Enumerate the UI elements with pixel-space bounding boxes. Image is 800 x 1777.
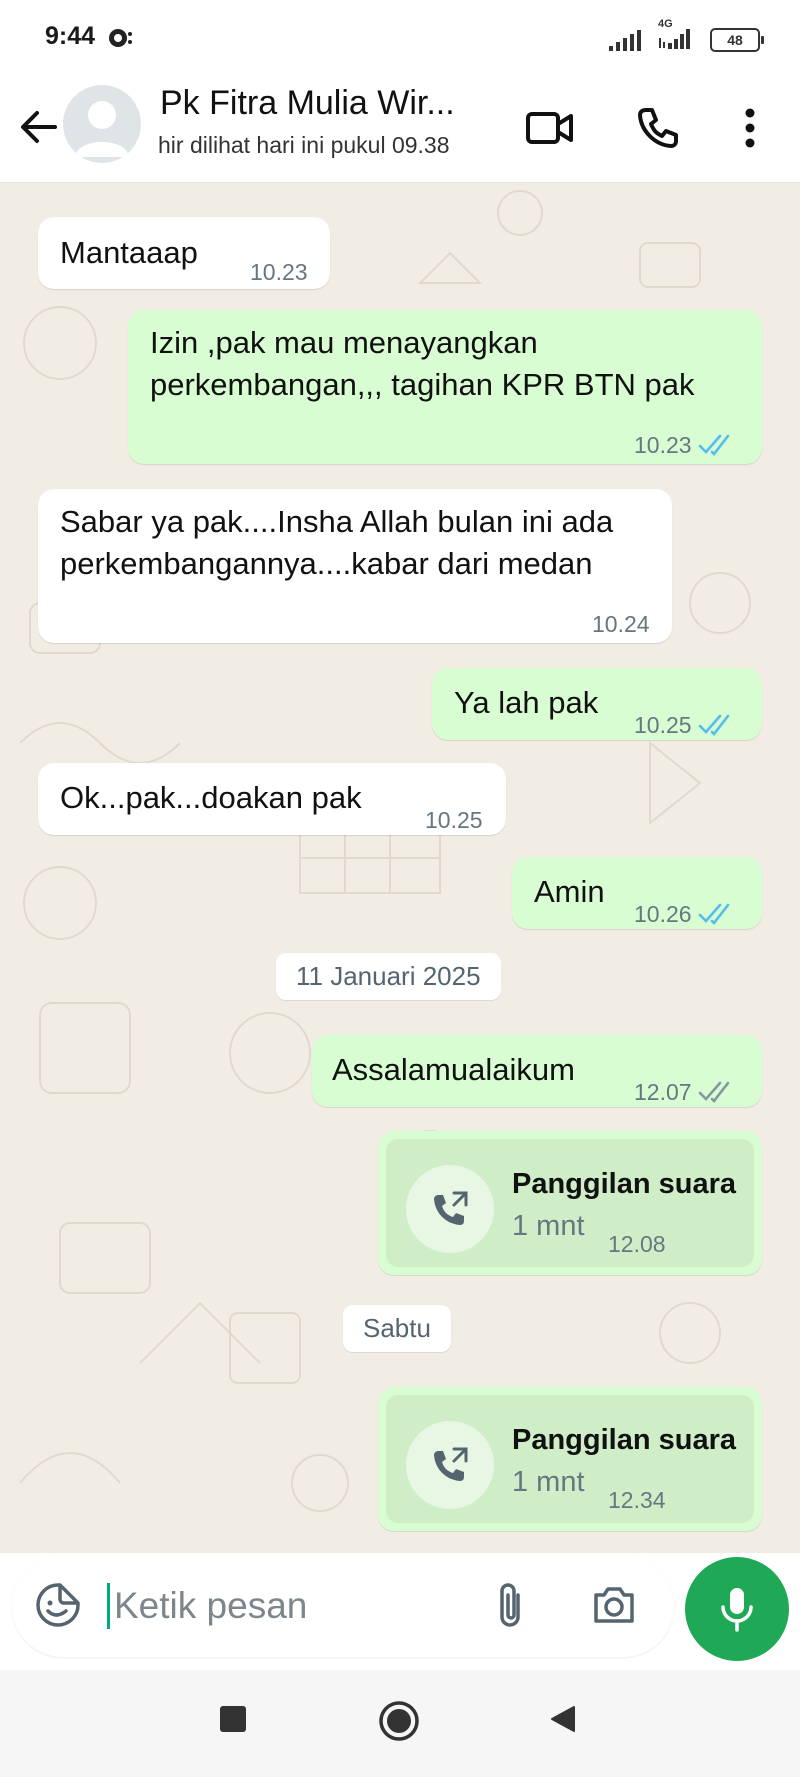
attach-icon[interactable] (490, 1581, 530, 1631)
message-text: Mantaaap (60, 235, 198, 270)
message-text: Assalamualaikum (332, 1052, 575, 1087)
call-title: Panggilan suara (512, 1424, 737, 1456)
back-button[interactable] (14, 102, 64, 152)
call-time: 12.34 (608, 1487, 666, 1513)
outgoing-call-icon (434, 1191, 468, 1225)
call-icon-circle (406, 1421, 494, 1509)
message-text: Ok...pak...doakan pak (60, 780, 362, 815)
call-card[interactable]: Panggilan suara 1 mnt 12.08 (386, 1139, 754, 1267)
voice-call-bubble[interactable]: Panggilan suara 1 mnt 12.34 (378, 1387, 762, 1531)
message-time-status: 12.07 (634, 1071, 734, 1113)
date-divider: 11 Januari 2025 (276, 953, 501, 1000)
chat-header: Pk Fitra Mulia Wir... hir dilihat hari i… (0, 76, 800, 183)
signal-icon (609, 29, 641, 51)
date-divider: Sabtu (343, 1305, 451, 1352)
message-time: 12.07 (634, 1079, 692, 1105)
call-duration: 1 mnt (512, 1210, 585, 1242)
read-ticks-icon (698, 434, 729, 456)
voice-message-button[interactable] (685, 1557, 789, 1661)
text-caret (107, 1583, 110, 1629)
stop-icon[interactable] (218, 1704, 248, 1734)
status-bar: 9:44 4G 48 (0, 0, 800, 76)
sticker-icon[interactable] (34, 1581, 82, 1629)
message-time: 10.26 (634, 901, 692, 927)
message-input[interactable] (112, 1577, 486, 1635)
message-time-status: 10.26 (634, 893, 734, 935)
system-navbar (0, 1670, 800, 1777)
message-bubble-outgoing[interactable]: Ya lah pak 10.25 (432, 668, 762, 740)
voice-call-button[interactable] (628, 98, 688, 158)
network-label: 4G (658, 18, 673, 30)
battery-level: 48 (727, 31, 743, 48)
message-text: Izin ,pak mau menayangkan perkembangan,,… (150, 325, 695, 402)
call-duration: 1 mnt (512, 1466, 585, 1498)
message-time-status: 10.25 (634, 704, 734, 746)
voice-call-bubble[interactable]: Panggilan suara 1 mnt 12.08 (378, 1131, 762, 1275)
contact-name[interactable]: Pk Fitra Mulia Wir... (160, 84, 455, 123)
status-time: 9:44 (45, 22, 96, 50)
delivered-ticks-icon (698, 1081, 729, 1103)
home-icon[interactable] (378, 1700, 420, 1742)
contact-last-seen[interactable]: hir dilihat hari ini pukul 09.38 (158, 132, 450, 159)
message-composer (0, 1553, 800, 1670)
message-time: 10.23 (634, 432, 692, 458)
mic-icon (721, 1588, 753, 1632)
message-text: Ya lah pak (454, 685, 599, 720)
message-bubble-incoming[interactable]: Mantaaap 10.23 (38, 217, 330, 289)
read-ticks-icon (698, 714, 729, 736)
video-call-icon (526, 112, 573, 144)
message-bubble-outgoing[interactable]: Amin 10.26 (512, 857, 762, 929)
message-time-status: 10.23 (634, 424, 734, 466)
input-pill (12, 1555, 674, 1657)
call-title: Panggilan suara (512, 1168, 737, 1200)
video-call-button[interactable] (520, 98, 580, 158)
message-time: 10.25 (634, 712, 692, 738)
call-icon-circle (406, 1165, 494, 1253)
call-card[interactable]: Panggilan suara 1 mnt 12.34 (386, 1395, 754, 1523)
more-menu-icon (745, 108, 755, 148)
avatar[interactable] (63, 85, 141, 163)
message-time: 10.23 (250, 259, 308, 285)
message-bubble-incoming[interactable]: Ok...pak...doakan pak 10.25 (38, 763, 506, 835)
outgoing-call-icon (434, 1447, 468, 1481)
camera-icon[interactable] (590, 1581, 638, 1629)
message-bubble-incoming[interactable]: Sabar ya pak....Insha Allah bulan ini ad… (38, 489, 672, 643)
message-text: Amin (534, 874, 605, 909)
battery-indicator: 48 (710, 27, 764, 52)
call-time: 12.08 (608, 1231, 666, 1257)
message-text: Sabar ya pak....Insha Allah bulan ini ad… (60, 504, 614, 581)
back-triangle-icon[interactable] (548, 1704, 578, 1734)
message-bubble-outgoing[interactable]: Assalamualaikum 12.07 (312, 1035, 762, 1107)
read-ticks-icon (698, 903, 729, 925)
default-avatar-icon (75, 101, 129, 157)
message-time: 10.24 (592, 611, 650, 637)
back-arrow-icon (21, 111, 57, 143)
phone-icon (638, 108, 678, 148)
more-options-button[interactable] (720, 98, 780, 158)
message-time: 10.25 (425, 807, 483, 833)
message-bubble-outgoing[interactable]: Izin ,pak mau menayangkan perkembangan,,… (128, 310, 762, 464)
status-indicators: 4G 48 (608, 18, 764, 55)
signal-4g: 4G (656, 18, 696, 55)
chat-area[interactable]: Mantaaap 10.23 Izin ,pak mau menayangkan… (0, 183, 800, 1553)
notification-icon (109, 29, 132, 47)
